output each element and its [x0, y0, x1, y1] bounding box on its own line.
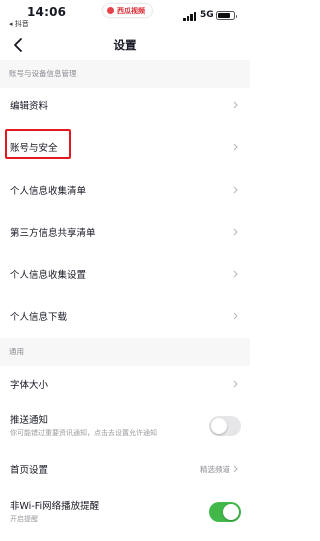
toggle-knob: [223, 504, 239, 520]
chevron-right-icon: [233, 312, 238, 320]
settings-item-push-notifications: 推送通知 你可能错过重要资讯通知，点击去设置允许通知: [0, 404, 250, 448]
nav-bar: 设置: [0, 30, 250, 60]
app-indicator-label: 西瓜视频: [117, 6, 145, 15]
page-title: 设置: [113, 38, 137, 52]
section-header-account: 账号与设备信息管理: [0, 60, 250, 88]
settings-item-label: 字体大小: [10, 380, 49, 391]
settings-item-non-wifi-reminder: 非Wi-Fi网络播放提醒 开启提醒: [0, 490, 250, 536]
signal-icon: [183, 12, 197, 21]
highlight-annotation-box: [5, 129, 71, 159]
chevron-right-icon: [233, 465, 238, 473]
settings-item-label: 个人信息下载: [10, 312, 68, 323]
toggle-knob: [211, 418, 227, 434]
settings-item-edit-profile[interactable]: 编辑资料: [0, 88, 250, 122]
settings-item-label: 首页设置: [10, 465, 49, 476]
settings-item-subtitle: 开启提醒: [10, 515, 38, 523]
status-time: 14:06: [27, 5, 67, 19]
settings-item-label: 推送通知: [10, 415, 49, 426]
back-to-app-link[interactable]: ◂ 抖音: [9, 19, 29, 29]
network-type: 5G: [200, 10, 214, 20]
chevron-right-icon: [233, 380, 238, 388]
settings-item-home-settings[interactable]: 首页设置 精选频道: [0, 452, 250, 486]
settings-item-info-download[interactable]: 个人信息下载: [0, 296, 250, 334]
settings-item-third-party-sharing[interactable]: 第三方信息共享清单: [0, 212, 250, 250]
settings-item-subtitle: 你可能错过重要资讯通知，点击去设置允许通知: [10, 429, 157, 437]
non-wifi-reminder-toggle[interactable]: [209, 502, 241, 522]
settings-item-label: 个人信息收集清单: [10, 186, 87, 197]
app-indicator-pill[interactable]: 西瓜视频: [103, 4, 152, 17]
chevron-right-icon: [233, 186, 238, 194]
app-logo-icon: [107, 7, 114, 14]
chevron-right-icon: [233, 270, 238, 278]
settings-item-value: 精选频道: [200, 465, 230, 474]
battery-icon: [216, 11, 237, 20]
section-header-general: 通用: [0, 338, 250, 366]
settings-item-info-collection-list[interactable]: 个人信息收集清单: [0, 170, 250, 208]
settings-item-info-collection-settings[interactable]: 个人信息收集设置: [0, 254, 250, 292]
settings-item-label: 编辑资料: [10, 101, 49, 112]
settings-item-label: 第三方信息共享清单: [10, 228, 96, 239]
chevron-right-icon: [233, 143, 238, 151]
settings-item-label: 个人信息收集设置: [10, 270, 87, 281]
chevron-right-icon: [233, 228, 238, 236]
settings-item-font-size[interactable]: 字体大小: [0, 366, 250, 400]
push-notifications-toggle[interactable]: [209, 416, 241, 436]
status-bar: 14:06 ◂ 抖音 西瓜视频 5G: [0, 0, 250, 30]
chevron-right-icon: [233, 101, 238, 109]
settings-item-label: 非Wi-Fi网络播放提醒: [10, 501, 100, 512]
